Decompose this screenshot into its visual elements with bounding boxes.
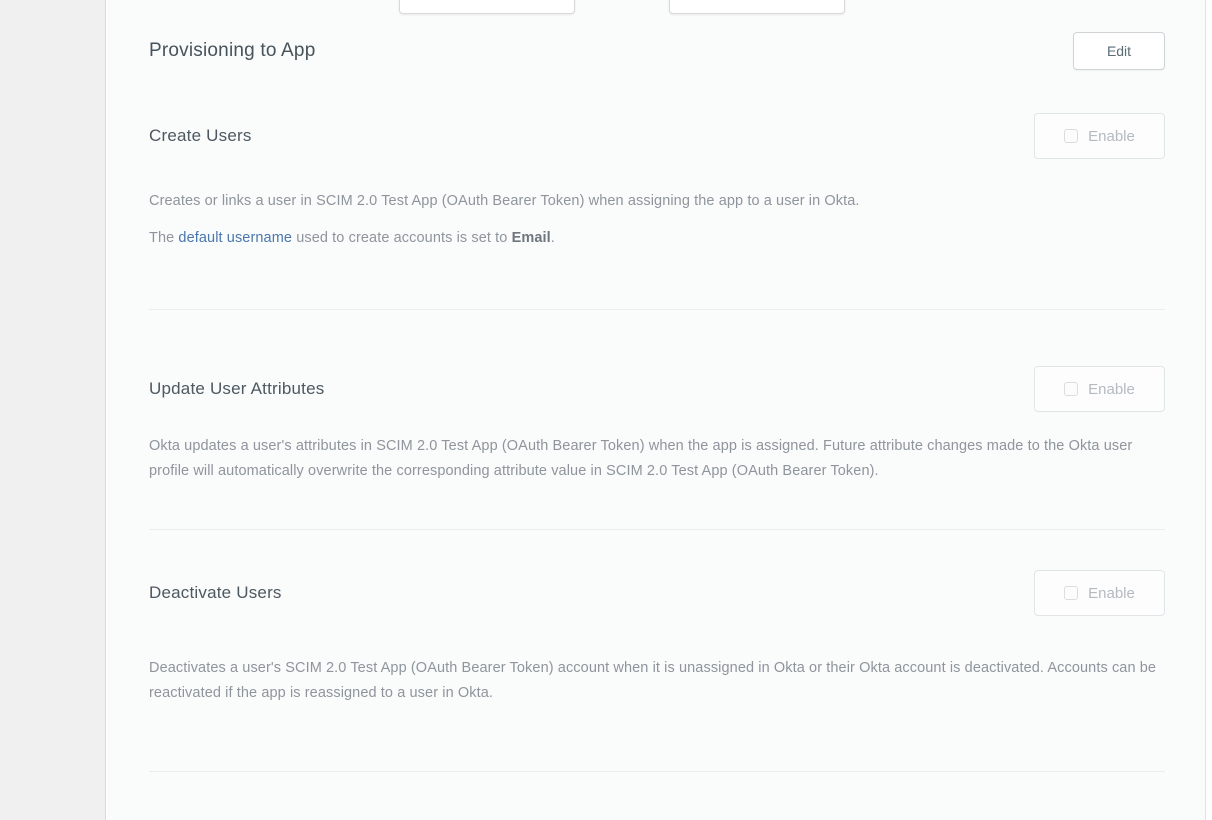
section-divider (149, 309, 1165, 310)
section-update-user-attributes: Update User Attributes Enable (149, 366, 1165, 412)
page-title: Provisioning to App (149, 40, 315, 62)
username-line-middle: used to create accounts is set to (292, 230, 512, 246)
provisioning-settings-panel: Provisioning to App Edit Create Users En… (107, 0, 1206, 820)
section-divider (149, 771, 1165, 772)
truncated-form-field-1[interactable] (399, 0, 575, 14)
provisioning-header: Provisioning to App Edit (149, 0, 1165, 70)
create-users-enable-checkbox[interactable] (1064, 129, 1078, 143)
deactivate-users-title: Deactivate Users (149, 583, 282, 603)
deactivate-users-enable-checkbox[interactable] (1064, 586, 1078, 600)
section-deactivate-users: Deactivate Users Enable (149, 570, 1165, 616)
section-create-users: Create Users Enable (149, 113, 1165, 159)
default-username-link[interactable]: default username (178, 230, 292, 246)
create-users-title: Create Users (149, 126, 252, 146)
enable-label: Enable (1088, 381, 1135, 398)
enable-label: Enable (1088, 128, 1135, 145)
update-user-attributes-title: Update User Attributes (149, 379, 324, 399)
update-user-attributes-description: Okta updates a user's attributes in SCIM… (149, 434, 1165, 484)
deactivate-users-enable-button[interactable]: Enable (1034, 570, 1165, 616)
username-line-prefix: The (149, 230, 178, 246)
update-user-attributes-enable-checkbox[interactable] (1064, 382, 1078, 396)
create-users-description: Creates or links a user in SCIM 2.0 Test… (149, 189, 1165, 214)
left-sidebar-strip (0, 0, 106, 820)
update-user-attributes-enable-button[interactable]: Enable (1034, 366, 1165, 412)
username-value: Email (512, 230, 551, 246)
enable-label: Enable (1088, 585, 1135, 602)
deactivate-users-description: Deactivates a user's SCIM 2.0 Test App (… (149, 656, 1165, 706)
create-users-username-line: The default username used to create acco… (149, 226, 1165, 251)
create-users-enable-button[interactable]: Enable (1034, 113, 1165, 159)
username-line-suffix: . (551, 230, 555, 246)
section-divider (149, 529, 1165, 530)
edit-button[interactable]: Edit (1073, 32, 1165, 70)
truncated-form-field-2[interactable] (669, 0, 845, 14)
